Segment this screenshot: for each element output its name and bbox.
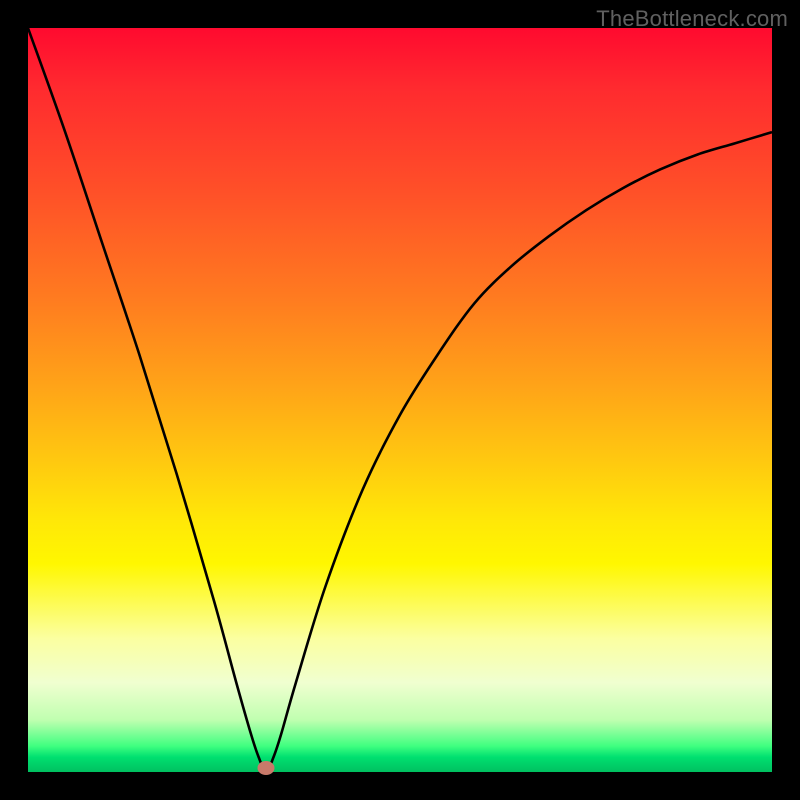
optimum-marker bbox=[258, 761, 275, 775]
curve-path bbox=[28, 28, 772, 772]
chart-plot-area bbox=[28, 28, 772, 772]
bottleneck-curve bbox=[28, 28, 772, 772]
